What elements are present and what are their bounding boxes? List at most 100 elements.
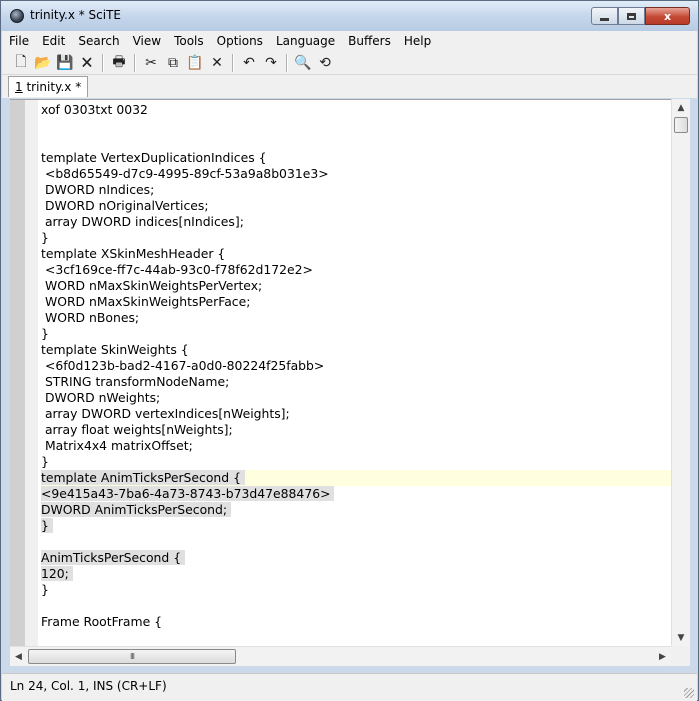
menu-bar: File Edit Search View Tools Options Language Bu… bbox=[2, 31, 697, 51]
code-line[interactable]: } bbox=[41, 582, 671, 598]
cut-icon: ✂ bbox=[145, 54, 157, 71]
code-line[interactable]: Frame RootFrame { bbox=[41, 614, 671, 630]
code-line-text: template SkinWeights { bbox=[41, 342, 189, 357]
menu-file[interactable]: File bbox=[2, 34, 35, 48]
open-folder-icon: 📂 bbox=[34, 54, 52, 71]
code-line[interactable]: xof 0303txt 0032 bbox=[41, 102, 671, 118]
save-button[interactable]: 💾 bbox=[54, 53, 76, 73]
minimize-icon bbox=[600, 17, 609, 21]
copy-button[interactable]: ⧉ bbox=[162, 53, 184, 73]
code-line[interactable]: STRING transformNodeName; bbox=[41, 374, 671, 390]
menu-edit[interactable]: Edit bbox=[35, 34, 71, 48]
close-file-button[interactable]: 🗙 bbox=[76, 53, 98, 73]
menu-tools[interactable]: Tools bbox=[167, 34, 210, 48]
code-line[interactable] bbox=[41, 534, 671, 550]
vertical-scrollbar[interactable]: ▲ ▼ bbox=[671, 99, 690, 646]
code-line-text: <6f0d123b-bad2-4167-a0d0-80224f25fabb> bbox=[41, 358, 325, 373]
menu-buffers[interactable]: Buffers bbox=[341, 34, 397, 48]
code-line[interactable]: array float weights[nWeights]; bbox=[41, 422, 671, 438]
line-number-margin[interactable] bbox=[10, 100, 25, 647]
code-line[interactable]: WORD nBones; bbox=[41, 310, 671, 326]
code-line[interactable]: array DWORD indices[nIndices]; bbox=[41, 214, 671, 230]
code-line[interactable]: template XSkinMeshHeader { bbox=[41, 246, 671, 262]
scroll-up-icon[interactable]: ▲ bbox=[672, 99, 690, 116]
menu-help[interactable]: Help bbox=[397, 34, 437, 48]
code-line[interactable]: <6f0d123b-bad2-4167-a0d0-80224f25fabb> bbox=[41, 358, 671, 374]
code-line[interactable]: <b8d65549-d7c9-4995-89cf-53a9a8b031e3> bbox=[41, 166, 671, 182]
code-line[interactable]: 120; bbox=[41, 566, 671, 582]
vertical-scroll-thumb[interactable] bbox=[674, 117, 688, 133]
code-line-text: WORD nMaxSkinWeightsPerFace; bbox=[41, 294, 251, 309]
code-line-text: } bbox=[41, 230, 49, 245]
status-bar: Ln 24, Col. 1, INS (CR+LF) bbox=[2, 673, 697, 701]
code-line-text: DWORD AnimTicksPerSecond; bbox=[41, 502, 232, 517]
code-line[interactable]: <3cf169ce-ff7c-44ab-93c0-f78f62d172e2> bbox=[41, 262, 671, 278]
menu-view[interactable]: View bbox=[126, 34, 167, 48]
code-line[interactable] bbox=[41, 118, 671, 134]
code-line[interactable]: AnimTicksPerSecond { bbox=[41, 550, 671, 566]
code-line-text: DWORD nIndices; bbox=[41, 182, 155, 197]
code-line-text: array DWORD indices[nIndices]; bbox=[41, 214, 244, 229]
code-line[interactable]: template VertexDuplicationIndices { bbox=[41, 150, 671, 166]
title-bar[interactable]: trinity.x * SciTE x bbox=[1, 1, 698, 31]
code-line-text: array float weights[nWeights]; bbox=[41, 422, 233, 437]
code-line[interactable]: } bbox=[41, 454, 671, 470]
delete-icon: ✕ bbox=[211, 54, 223, 71]
code-line[interactable] bbox=[41, 630, 671, 646]
menu-options[interactable]: Options bbox=[210, 34, 269, 48]
code-line[interactable]: template AnimTicksPerSecond { bbox=[41, 470, 671, 486]
code-line[interactable]: array DWORD vertexIndices[nWeights]; bbox=[41, 406, 671, 422]
code-line[interactable]: } bbox=[41, 326, 671, 342]
paste-icon: 📋 bbox=[186, 54, 204, 71]
toolbar-separator bbox=[286, 53, 288, 72]
scroll-left-icon[interactable]: ◀ bbox=[10, 647, 27, 666]
code-line[interactable] bbox=[41, 598, 671, 614]
horizontal-scroll-thumb[interactable]: III bbox=[28, 649, 236, 664]
menu-search[interactable]: Search bbox=[71, 34, 125, 48]
toolbar-separator bbox=[102, 53, 104, 72]
horizontal-scrollbar[interactable]: ◀ III ▶ bbox=[10, 646, 671, 666]
code-line[interactable]: DWORD nIndices; bbox=[41, 182, 671, 198]
delete-button[interactable]: ✕ bbox=[206, 53, 228, 73]
find-button[interactable]: 🔍 bbox=[292, 53, 314, 73]
code-line[interactable]: DWORD nWeights; bbox=[41, 390, 671, 406]
code-line-text: template AnimTicksPerSecond { bbox=[41, 470, 245, 485]
print-button[interactable]: 🖶 bbox=[108, 53, 130, 73]
tab-label: trinity.x * bbox=[22, 80, 82, 94]
replace-icon: ⟲ bbox=[319, 54, 331, 71]
fold-margin[interactable] bbox=[25, 100, 38, 647]
tab-bar: 1 trinity.x * bbox=[2, 75, 697, 98]
open-folder-button[interactable]: 📂 bbox=[32, 53, 54, 73]
tab-number: 1 bbox=[15, 80, 23, 94]
code-line-text: Matrix4x4 matrixOffset; bbox=[41, 438, 193, 453]
code-line[interactable]: <9e415a43-7ba6-4a73-8743-b73d47e88476> bbox=[41, 486, 671, 502]
close-button[interactable]: x bbox=[645, 7, 690, 25]
cut-button[interactable]: ✂ bbox=[140, 53, 162, 73]
replace-button[interactable]: ⟲ bbox=[314, 53, 336, 73]
code-line[interactable]: template SkinWeights { bbox=[41, 342, 671, 358]
code-line[interactable] bbox=[41, 134, 671, 150]
tab-trinity-x[interactable]: 1 trinity.x * bbox=[8, 76, 89, 97]
scroll-right-icon[interactable]: ▶ bbox=[654, 647, 671, 666]
code-line[interactable]: } bbox=[41, 518, 671, 534]
code-text-area[interactable]: xof 0303txt 0032 template VertexDuplicati… bbox=[41, 102, 671, 647]
menu-language[interactable]: Language bbox=[269, 34, 341, 48]
code-line[interactable]: DWORD nOriginalVertices; bbox=[41, 198, 671, 214]
undo-button[interactable]: ↶ bbox=[238, 53, 260, 73]
scroll-down-icon[interactable]: ▼ bbox=[672, 629, 690, 646]
maximize-button[interactable] bbox=[618, 7, 645, 25]
new-file-button[interactable]: 🗋 bbox=[10, 53, 32, 73]
code-line-text: <b8d65549-d7c9-4995-89cf-53a9a8b031e3> bbox=[41, 166, 329, 181]
code-line-text: } bbox=[41, 454, 49, 469]
code-line[interactable]: Matrix4x4 matrixOffset; bbox=[41, 438, 671, 454]
code-line[interactable]: } bbox=[41, 230, 671, 246]
minimize-button[interactable] bbox=[591, 7, 618, 25]
resize-grip-icon[interactable] bbox=[684, 688, 694, 698]
code-line[interactable]: WORD nMaxSkinWeightsPerFace; bbox=[41, 294, 671, 310]
scite-app-icon[interactable] bbox=[10, 9, 24, 23]
code-line[interactable]: WORD nMaxSkinWeightsPerVertex; bbox=[41, 278, 671, 294]
editor-pane[interactable]: xof 0303txt 0032 template VertexDuplicati… bbox=[10, 99, 671, 647]
paste-button[interactable]: 📋 bbox=[184, 53, 206, 73]
code-line[interactable]: DWORD AnimTicksPerSecond; bbox=[41, 502, 671, 518]
redo-button[interactable]: ↷ bbox=[260, 53, 282, 73]
